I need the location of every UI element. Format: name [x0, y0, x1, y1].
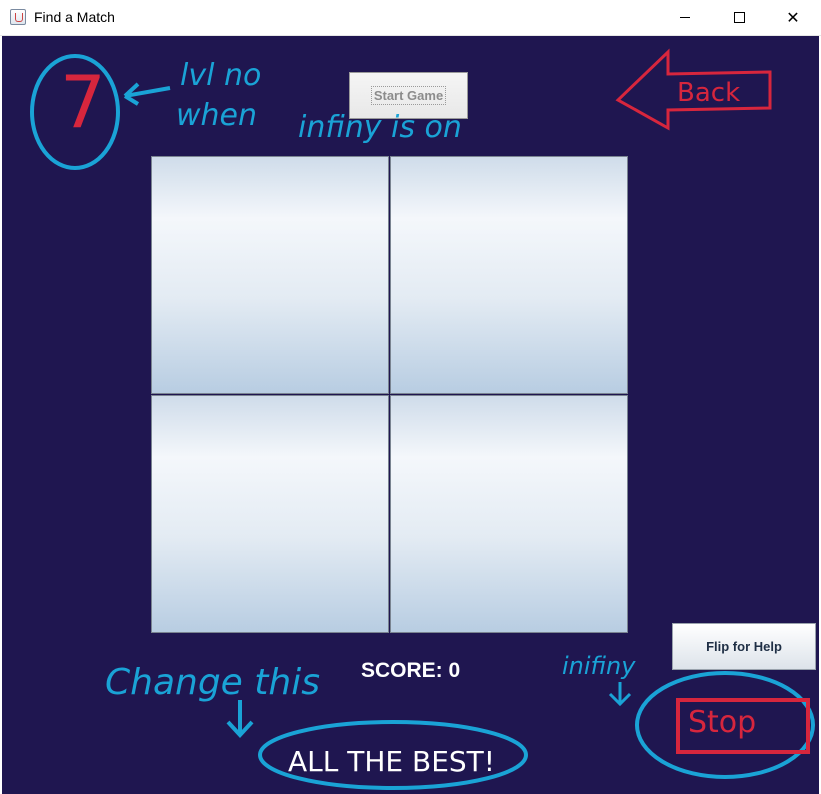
java-cup-icon — [10, 9, 26, 25]
maximize-icon — [733, 12, 745, 23]
flip-for-help-button[interactable]: Flip for Help — [672, 623, 816, 670]
window-title: Find a Match — [34, 9, 115, 25]
minimize-icon — [680, 17, 690, 18]
card-3[interactable] — [151, 395, 389, 633]
score-label: SCORE: 0 — [361, 659, 461, 682]
close-icon: ✕ — [786, 8, 800, 27]
start-game-label: Start Game — [370, 86, 447, 105]
card-1[interactable] — [151, 156, 389, 394]
close-button[interactable]: ✕ — [770, 0, 816, 35]
all-the-best-label: ALL THE BEST! — [288, 745, 496, 778]
minimize-button[interactable] — [662, 0, 708, 35]
maximize-button[interactable] — [716, 0, 762, 35]
title-bar: Find a Match ✕ — [0, 0, 821, 36]
card-4[interactable] — [390, 395, 628, 633]
app-window: Find a Match ✕ Start Game SCORE: 0 Flip … — [0, 0, 821, 794]
card-2[interactable] — [390, 156, 628, 394]
start-game-button[interactable]: Start Game — [349, 72, 468, 119]
